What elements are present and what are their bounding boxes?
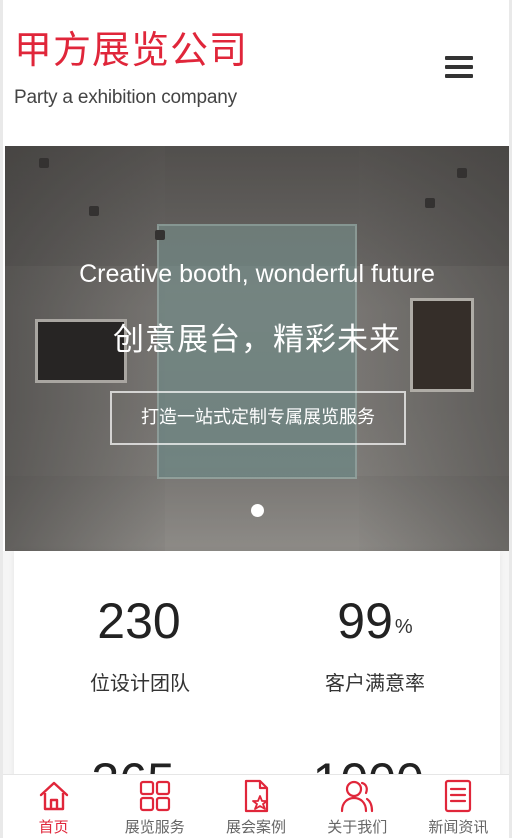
bottom-nav: 首页 展览服务 展会案例 关于我们 新闻资讯	[3, 774, 509, 838]
document-star-icon	[244, 779, 269, 813]
news-icon	[445, 779, 472, 813]
menu-bar-top	[445, 56, 473, 60]
logo-chinese[interactable]: 甲方展览公司	[14, 28, 248, 72]
site-header: 甲方展览公司 Party a exhibition company	[3, 0, 509, 146]
stat-number: 99%	[260, 591, 490, 651]
stat-label: 位设计团队	[90, 671, 190, 695]
nav-label: 关于我们	[327, 818, 388, 836]
nav-item-about[interactable]: 关于我们	[307, 775, 408, 838]
banner-title: 创意展台，精彩未来	[113, 322, 401, 358]
stat-item-design-team: 230 位设计团队	[25, 591, 255, 697]
menu-bar-bottom	[445, 74, 473, 78]
nav-item-cases[interactable]: 展会案例	[205, 775, 306, 838]
nav-label: 展览服务	[124, 818, 185, 836]
stat-value: 99	[337, 593, 393, 649]
users-icon	[341, 780, 374, 813]
stat-suffix: %	[394, 616, 413, 638]
nav-item-exhibition-services[interactable]: 展览服务	[104, 775, 205, 838]
banner-cta-button[interactable]: 打造一站式定制专属展览服务	[110, 391, 406, 445]
menu-bar-middle	[445, 65, 473, 69]
hero-banner[interactable]: Creative booth, wonderful future 创意展台，精彩…	[5, 146, 509, 551]
nav-label: 首页	[38, 818, 69, 836]
nav-label: 展会案例	[226, 818, 287, 836]
home-icon	[39, 781, 68, 811]
nav-item-news[interactable]: 新闻资讯	[408, 775, 509, 838]
hamburger-menu-icon[interactable]	[445, 56, 475, 82]
banner-subtitle: Creative booth, wonderful future	[79, 260, 435, 288]
carousel-dot-active[interactable]	[251, 504, 264, 517]
logo-english[interactable]: Party a exhibition company	[14, 86, 237, 110]
stat-label: 客户满意率	[325, 671, 425, 695]
nav-label: 新闻资讯	[428, 818, 489, 836]
grid-icon	[139, 780, 170, 812]
nav-item-home[interactable]: 首页	[3, 775, 104, 838]
stat-number: 230	[25, 591, 255, 651]
stat-value: 230	[97, 593, 181, 649]
stat-item-satisfaction: 99% 客户满意率	[260, 591, 490, 697]
